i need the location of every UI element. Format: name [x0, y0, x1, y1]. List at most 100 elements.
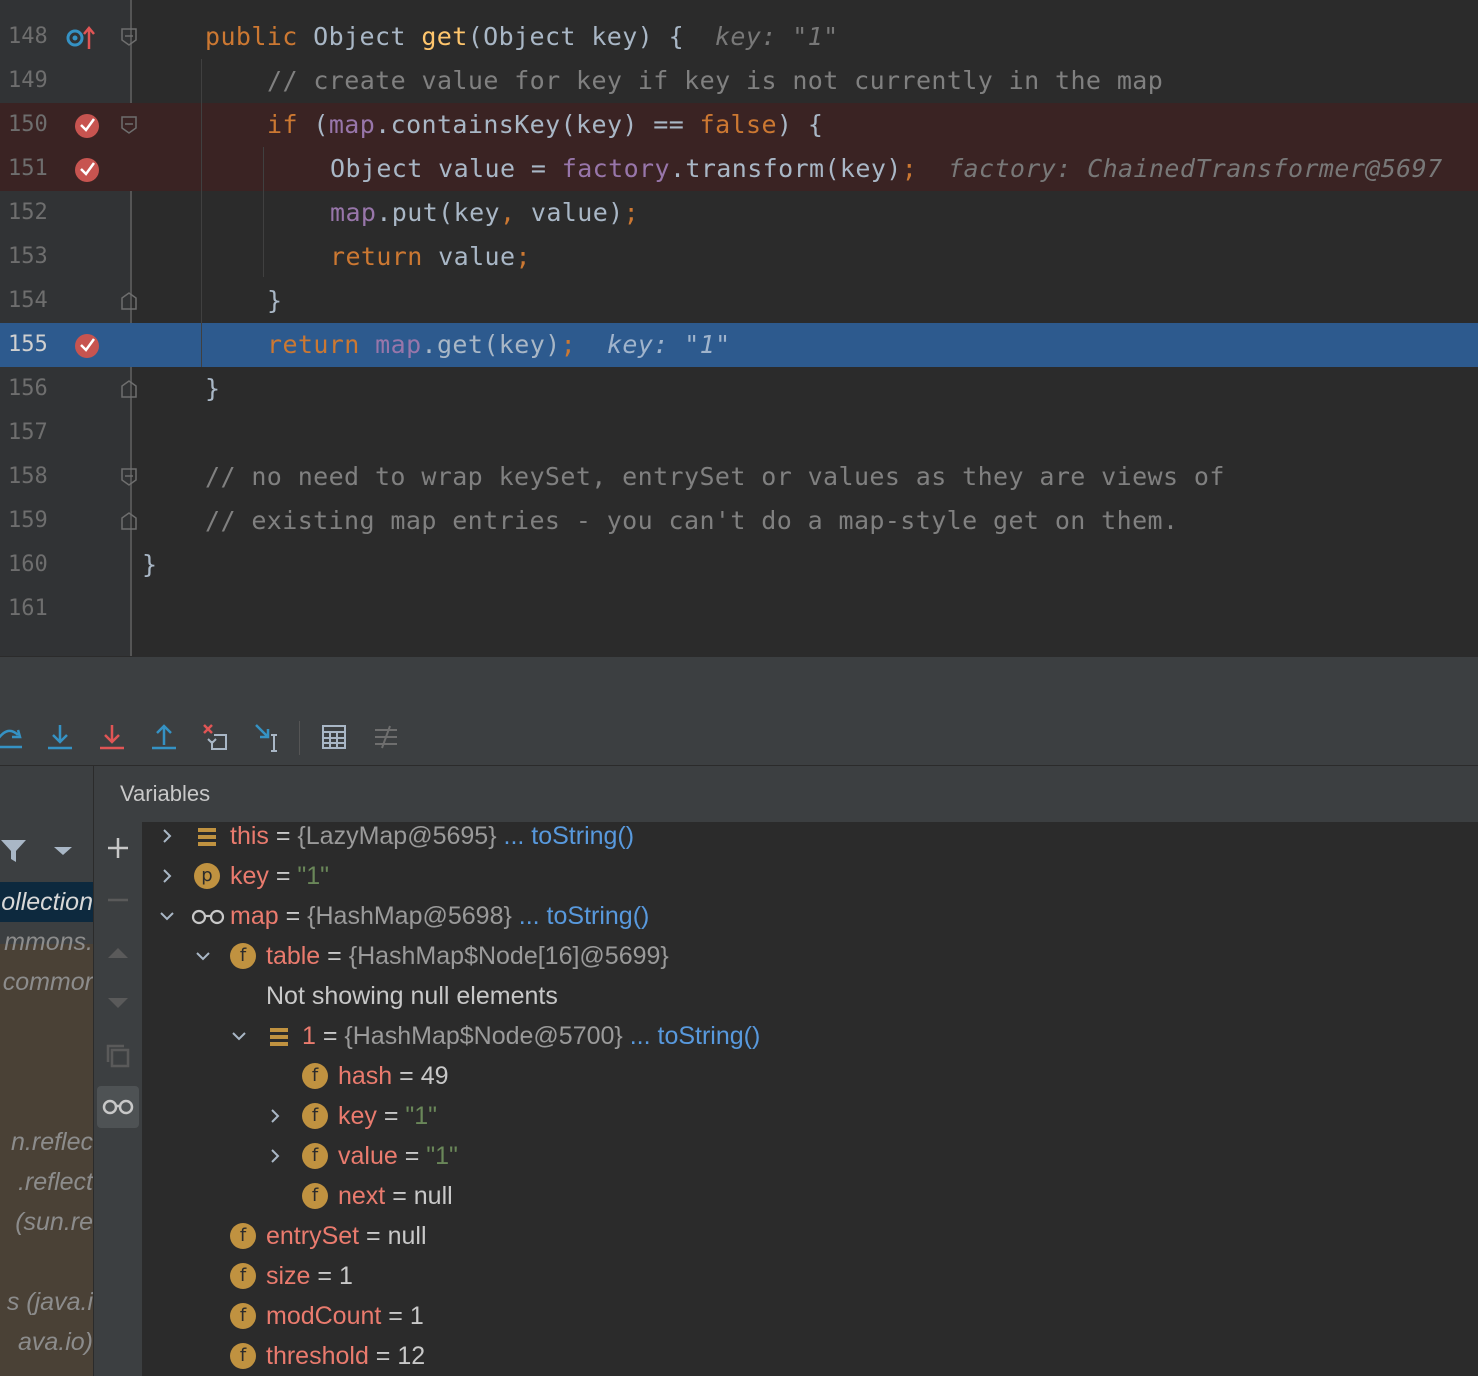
- stack-frame-item[interactable]: ollection: [0, 882, 93, 922]
- variable-name: modCount: [266, 1302, 382, 1330]
- breakpoint-verified-icon[interactable]: [74, 333, 100, 359]
- variable-row-this[interactable]: this = {LazyMap@5695} ... toString(): [143, 823, 1478, 856]
- stack-frame-item[interactable]: ava.io): [0, 1322, 93, 1362]
- stack-frame-item[interactable]: n.reflec: [0, 1122, 93, 1162]
- code-line-160[interactable]: 160 }: [0, 543, 1478, 587]
- chevron-right-icon[interactable]: [159, 828, 175, 844]
- variable-row-node-key[interactable]: f key = "1": [143, 1096, 1478, 1136]
- to-string-link[interactable]: ... toString(): [512, 902, 650, 930]
- stack-frame-item[interactable]: commor: [0, 962, 93, 1002]
- code-line-158[interactable]: 158 // no need to wrap keySet, entrySet …: [0, 455, 1478, 499]
- code-text: // create value for key if key is not cu…: [267, 59, 1163, 103]
- chevron-down-icon[interactable]: [159, 908, 175, 924]
- code-editor[interactable]: 148 public Object get(Object key) { key:…: [0, 0, 1478, 656]
- stack-frame-item[interactable]: (sun.re: [0, 1202, 93, 1242]
- to-string-link[interactable]: ... toString(): [497, 823, 634, 850]
- variable-row-entry-1[interactable]: 1 = {HashMap$Node@5700} ... toString(): [143, 1016, 1478, 1056]
- variable-name: map: [230, 902, 279, 930]
- debug-panel-header[interactable]: [0, 656, 1478, 710]
- variable-row-next[interactable]: f next = null: [143, 1176, 1478, 1216]
- variable-value: 49: [420, 1062, 449, 1090]
- add-watch-icon[interactable]: [102, 832, 134, 864]
- field-icon: f: [230, 1303, 256, 1329]
- code-token: value): [530, 198, 624, 227]
- variable-row-node-value[interactable]: f value = "1": [143, 1136, 1478, 1176]
- equals-sign: =: [368, 1342, 398, 1370]
- stack-frame-item[interactable]: .reflect: [0, 1162, 93, 1202]
- code-line-156[interactable]: 156 }: [0, 367, 1478, 411]
- variables-tree[interactable]: this = {LazyMap@5695} ... toString() p k…: [143, 823, 1478, 1376]
- to-string-link[interactable]: ... toString(): [623, 1022, 761, 1050]
- variable-name: next: [338, 1182, 386, 1210]
- run-to-cursor-icon[interactable]: [252, 721, 284, 753]
- variable-name: entrySet: [266, 1222, 360, 1250]
- line-number: 154: [8, 288, 48, 313]
- code-line-150[interactable]: 150 if (map.containsKey(key) == false) {: [0, 103, 1478, 147]
- variable-row-map[interactable]: map = {HashMap@5698} ... toString(): [143, 896, 1478, 936]
- code-line-148[interactable]: 148 public Object get(Object key) { key:…: [0, 15, 1478, 59]
- chevron-down-icon[interactable]: [195, 948, 211, 964]
- breakpoint-verified-icon[interactable]: [74, 157, 100, 183]
- step-into-icon[interactable]: [44, 721, 76, 753]
- line-number: 149: [8, 68, 48, 93]
- code-token: // no need to wrap keySet, entrySet or v…: [205, 462, 1225, 491]
- chevron-right-icon[interactable]: [267, 1108, 283, 1124]
- code-line-161[interactable]: 161: [0, 587, 1478, 631]
- stack-frame-item[interactable]: mmons.: [0, 922, 93, 962]
- code-line-149[interactable]: 149 // create value for key if key is no…: [0, 59, 1478, 103]
- code-line-159[interactable]: 159 // existing map entries - you can't …: [0, 499, 1478, 543]
- variable-row-threshold[interactable]: f threshold = 12: [143, 1336, 1478, 1376]
- force-step-into-icon[interactable]: [96, 721, 128, 753]
- inline-debug-value: factory: ChainedTransformer@5697: [948, 154, 1443, 183]
- chevron-right-icon[interactable]: [267, 1148, 283, 1164]
- fold-end-icon[interactable]: [121, 380, 137, 398]
- stack-frame-item[interactable]: [0, 1002, 93, 1042]
- stack-frame-item[interactable]: [0, 1082, 93, 1122]
- variable-row-key[interactable]: p key = "1": [143, 856, 1478, 896]
- fold-marker-icon[interactable]: [121, 116, 137, 134]
- trace-stream-icon[interactable]: [370, 721, 402, 753]
- remove-watch-icon[interactable]: [102, 884, 134, 916]
- fold-end-icon[interactable]: [121, 512, 137, 530]
- variable-row-size[interactable]: f size = 1: [143, 1256, 1478, 1296]
- chevron-down-icon[interactable]: [231, 1028, 247, 1044]
- drop-frame-icon[interactable]: [200, 721, 232, 753]
- breakpoint-verified-icon[interactable]: [74, 113, 100, 139]
- variable-name: table: [266, 942, 321, 970]
- method-override-icon[interactable]: [66, 25, 98, 51]
- debug-toolbar: [0, 709, 1478, 766]
- variable-row-modcount[interactable]: f modCount = 1: [143, 1296, 1478, 1336]
- variable-row-entryset[interactable]: f entrySet = null: [143, 1216, 1478, 1256]
- code-line-153[interactable]: 153 return value;: [0, 235, 1478, 279]
- evaluate-expression-icon[interactable]: [318, 721, 350, 753]
- field-icon: f: [302, 1143, 328, 1169]
- copy-icon[interactable]: [102, 1040, 134, 1072]
- chevron-right-icon[interactable]: [159, 868, 175, 884]
- move-up-icon[interactable]: [102, 936, 134, 968]
- code-line-152[interactable]: 152 map.put(key, value);: [0, 191, 1478, 235]
- chevron-down-icon[interactable]: [52, 844, 74, 858]
- stack-frame-item[interactable]: [0, 1042, 93, 1082]
- filter-icon[interactable]: [0, 836, 28, 864]
- step-over-icon[interactable]: [0, 721, 26, 753]
- step-out-icon[interactable]: [148, 721, 180, 753]
- fold-marker-icon[interactable]: [121, 468, 137, 486]
- fold-end-icon[interactable]: [121, 292, 137, 310]
- frames-panel[interactable]: ollection mmons. commor n.reflec .reflect (s…: [0, 766, 94, 1376]
- stack-frame-item[interactable]: s (java.i: [0, 1282, 93, 1322]
- code-line-155-current[interactable]: 155 return map.get(key); key: "1": [0, 323, 1478, 367]
- show-watches-toggle[interactable]: [97, 1086, 139, 1128]
- variable-row-table[interactable]: f table = {HashMap$Node[16]@5699}: [143, 936, 1478, 976]
- variable-row-hash[interactable]: f hash = 49: [143, 1056, 1478, 1096]
- field-icon: f: [230, 1223, 256, 1249]
- code-text: map.put(key, value);: [330, 191, 639, 235]
- equals-sign: =: [381, 1302, 410, 1330]
- code-token: }: [205, 374, 221, 403]
- code-line-151[interactable]: 151 Object value = factory.transform(key…: [0, 147, 1478, 191]
- fold-marker-icon[interactable]: [121, 28, 137, 46]
- equals-sign: =: [278, 902, 308, 930]
- stack-frame-item[interactable]: [0, 1242, 93, 1282]
- move-down-icon[interactable]: [102, 988, 134, 1020]
- code-line-154[interactable]: 154 }: [0, 279, 1478, 323]
- code-line-157[interactable]: 157: [0, 411, 1478, 455]
